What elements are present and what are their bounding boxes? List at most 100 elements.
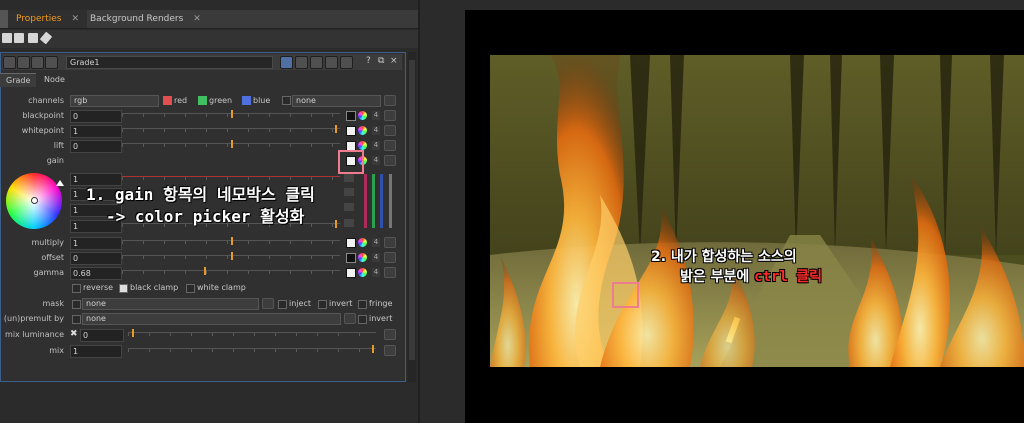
mix-luminance-slider[interactable] (128, 329, 376, 340)
whitepoint-wheel-button[interactable] (358, 126, 367, 135)
multiply-channel-count[interactable]: 4 (372, 238, 380, 247)
gamma-channel-count[interactable]: 4 (372, 268, 380, 277)
lift-wheel-button[interactable] (358, 141, 367, 150)
gamma-wheel-button[interactable] (358, 268, 367, 277)
help-icon[interactable]: ? (366, 56, 371, 66)
reverse-checkbox[interactable] (72, 284, 81, 293)
extra-channel-checkbox[interactable] (282, 96, 291, 105)
mix-animation-button[interactable] (384, 345, 396, 356)
whitepoint-swatch[interactable] (346, 126, 356, 136)
blue-checkbox[interactable] (242, 96, 251, 105)
mix-slider[interactable] (128, 345, 376, 356)
mask-invert-checkbox[interactable] (318, 300, 327, 309)
node-color-button[interactable] (45, 56, 58, 69)
undo-button[interactable] (295, 56, 308, 69)
node-name-field[interactable]: Grade1 (66, 56, 273, 69)
blackpoint-slider[interactable] (122, 110, 340, 121)
multiply-swatch[interactable] (346, 238, 356, 248)
history-button[interactable] (325, 56, 338, 69)
whitepoint-channel-count[interactable]: 4 (372, 126, 380, 135)
mask-menu-button[interactable] (262, 298, 274, 309)
tab-properties[interactable]: Properties ✕ (8, 10, 88, 28)
mix-luminance-field[interactable]: 0 (80, 329, 124, 342)
close-icon[interactable]: ✕ (193, 14, 201, 24)
whitepoint-animation-button[interactable] (384, 125, 396, 136)
close-icon[interactable]: ✕ (71, 14, 79, 24)
mix-luminance-toggle-icon[interactable]: ✖ (70, 329, 78, 339)
premult-checkbox[interactable] (72, 315, 81, 324)
gain-a-bar[interactable] (389, 174, 392, 228)
blackpoint-field[interactable]: 0 (70, 110, 122, 123)
gamma-swatch[interactable] (346, 268, 356, 278)
offset-swatch[interactable] (346, 253, 356, 263)
gamma-slider[interactable] (122, 267, 340, 278)
whitepoint-slider[interactable] (122, 125, 340, 136)
gamma-field[interactable]: 0.68 (70, 267, 122, 280)
offset-field[interactable]: 0 (70, 252, 122, 265)
gain-b-bar[interactable] (380, 174, 383, 228)
lift-animation-button[interactable] (384, 140, 396, 151)
channels-menu-button[interactable] (384, 95, 396, 106)
color-wheel-cursor[interactable] (31, 197, 38, 204)
mask-checkbox[interactable] (72, 300, 81, 309)
multiply-field[interactable]: 1 (70, 237, 122, 250)
inject-checkbox[interactable] (278, 300, 287, 309)
mask-dropdown[interactable]: none (82, 298, 259, 310)
blackpoint-wheel-button[interactable] (358, 111, 367, 120)
float-panel-icon[interactable]: ⧉ (378, 56, 384, 66)
lift-channel-count[interactable]: 4 (372, 141, 380, 150)
tab-grade[interactable]: Grade (0, 73, 37, 87)
settings-button[interactable] (340, 56, 353, 69)
channels-dropdown[interactable]: rgb (70, 95, 159, 107)
blackpoint-channel-count[interactable]: 4 (372, 111, 380, 120)
red-checkbox[interactable] (163, 96, 172, 105)
collapse-button[interactable] (3, 56, 16, 69)
white-clamp-checkbox[interactable] (186, 284, 195, 293)
lock-icon[interactable] (2, 33, 12, 43)
gain-animation-button[interactable] (384, 155, 396, 166)
clear-icon[interactable] (28, 33, 38, 43)
offset-slider[interactable] (122, 252, 340, 263)
premult-invert-checkbox[interactable] (358, 315, 367, 324)
extra-channel-dropdown[interactable]: none (292, 95, 381, 107)
composite-image[interactable] (490, 55, 1024, 367)
lift-field[interactable]: 0 (70, 140, 122, 153)
mask-invert-label: invert (329, 299, 353, 308)
panel-grip[interactable] (0, 10, 8, 28)
multiply-slider[interactable] (122, 237, 340, 248)
multiply-wheel-button[interactable] (358, 238, 367, 247)
float-button[interactable] (17, 56, 30, 69)
premult-dropdown[interactable]: none (82, 313, 341, 325)
premult-menu-button[interactable] (344, 313, 356, 324)
offset-channel-count[interactable]: 4 (372, 253, 380, 262)
tab-node[interactable]: Node (38, 73, 71, 86)
gain-a-stepper[interactable] (344, 219, 354, 227)
gain-r-bar[interactable] (364, 174, 367, 228)
black-clamp-checkbox[interactable] (119, 284, 128, 293)
close-panel-icon[interactable]: × (390, 56, 398, 66)
mix-field[interactable]: 1 (70, 345, 122, 358)
mix-luminance-animation-button[interactable] (384, 329, 396, 340)
revert-button[interactable] (280, 56, 293, 69)
fringe-checkbox[interactable] (358, 300, 367, 309)
gain-r-stepper[interactable] (344, 174, 354, 182)
gain-g-bar[interactable] (372, 174, 375, 228)
lift-slider[interactable] (122, 140, 340, 151)
multiply-label: multiply (31, 238, 64, 247)
gain-channel-count[interactable]: 4 (372, 156, 380, 165)
tab-background-renders[interactable]: Background Renders ✕ (82, 10, 209, 28)
gain-b-stepper[interactable] (344, 203, 354, 211)
green-checkbox[interactable] (198, 96, 207, 105)
offset-wheel-button[interactable] (358, 253, 367, 262)
blackpoint-animation-button[interactable] (384, 110, 396, 121)
node-icon[interactable] (14, 33, 24, 43)
panel-scrollbar-thumb[interactable] (409, 60, 415, 360)
blackpoint-swatch[interactable] (346, 111, 356, 121)
redo-button[interactable] (310, 56, 323, 69)
view-node-button[interactable] (31, 56, 44, 69)
gamma-animation-button[interactable] (384, 267, 396, 278)
whitepoint-field[interactable]: 1 (70, 125, 122, 138)
offset-animation-button[interactable] (384, 252, 396, 263)
multiply-animation-button[interactable] (384, 237, 396, 248)
gain-g-stepper[interactable] (344, 188, 354, 196)
